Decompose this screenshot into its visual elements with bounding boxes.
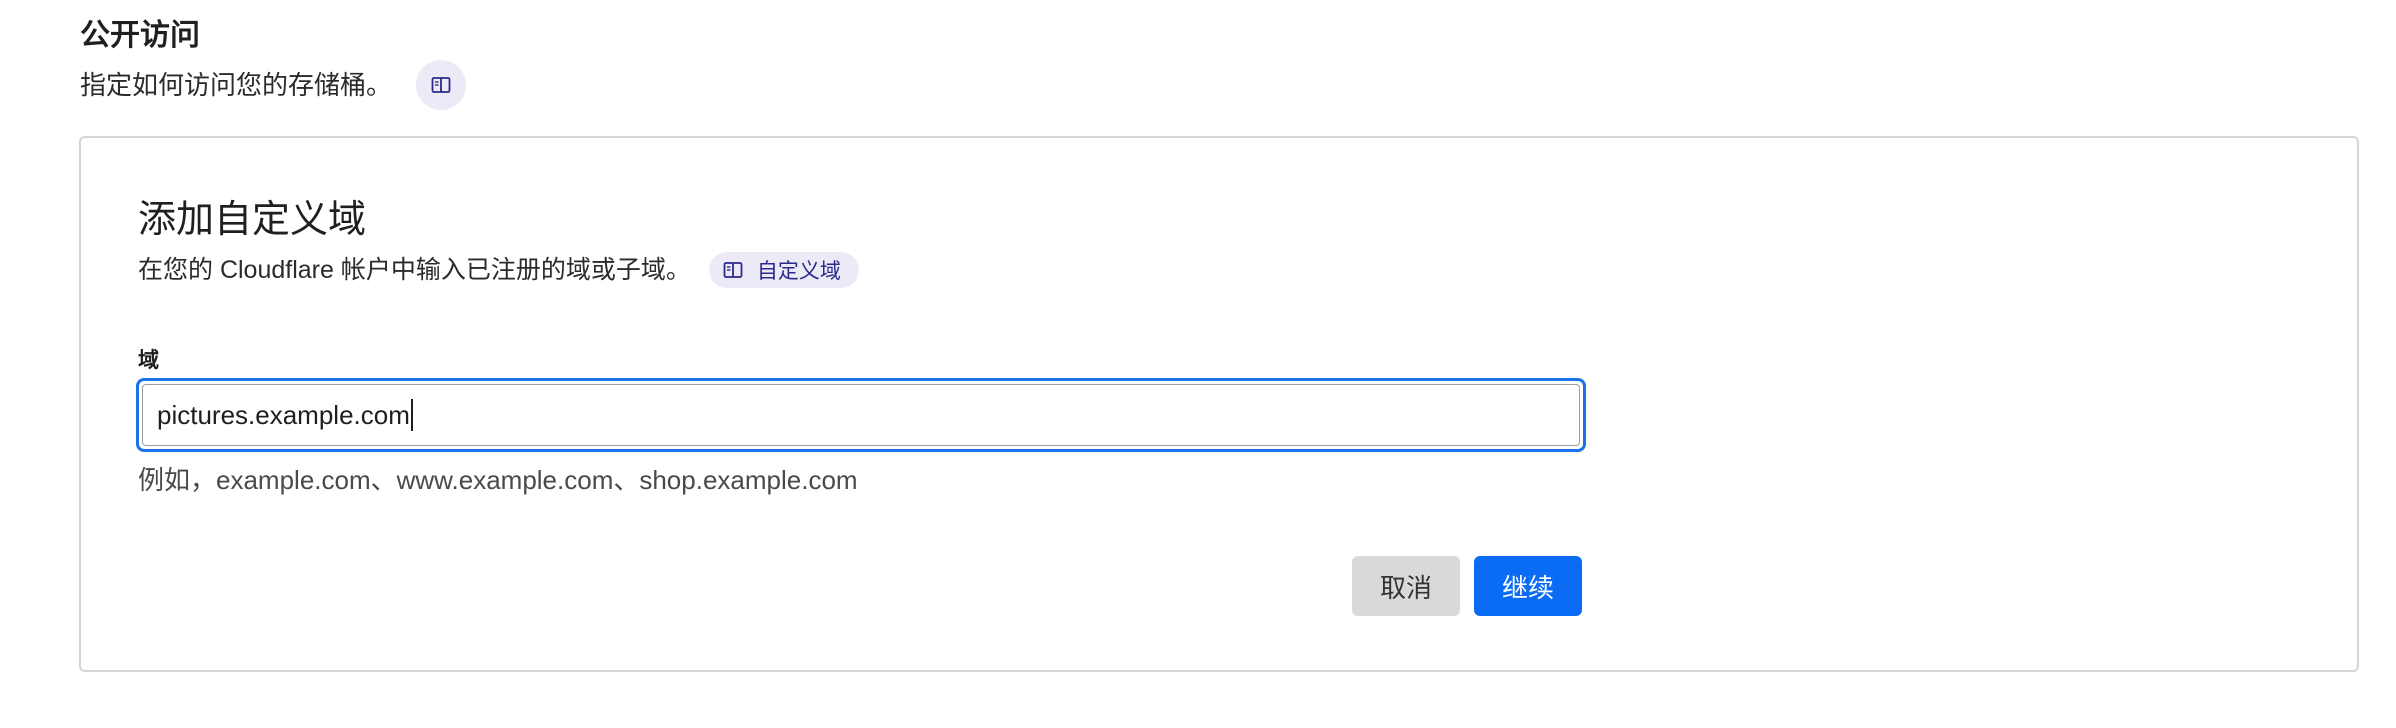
- card-description-row: 在您的 Cloudflare 帐户中输入已注册的域或子域。 自定义域: [138, 248, 859, 292]
- public-access-section: 公开访问 指定如何访问您的存储桶。 添加自定义域 在您的 Cloudflare …: [0, 0, 2396, 728]
- book-icon: [723, 262, 743, 278]
- domain-input[interactable]: pictures.example.com: [136, 378, 1586, 452]
- docs-link-button[interactable]: [416, 60, 467, 110]
- card-description: 在您的 Cloudflare 帐户中输入已注册的域或子域。: [138, 256, 691, 284]
- section-description: 指定如何访问您的存储桶。: [80, 70, 393, 100]
- card-title: 添加自定义域: [138, 199, 367, 241]
- continue-button[interactable]: 继续: [1474, 556, 1582, 616]
- domain-field-label: 域: [138, 349, 159, 372]
- domain-input-box[interactable]: pictures.example.com: [142, 384, 1580, 446]
- custom-domain-docs-link[interactable]: 自定义域: [708, 252, 859, 288]
- book-icon: [431, 77, 451, 93]
- docs-link-label: 自定义域: [756, 260, 841, 283]
- section-description-row: 指定如何访问您的存储桶。: [80, 60, 467, 110]
- domain-input-value[interactable]: pictures.example.com: [157, 400, 410, 431]
- domain-field-hint: 例如，example.com、www.example.com、shop.exam…: [138, 465, 858, 495]
- cancel-button[interactable]: 取消: [1352, 556, 1460, 616]
- text-caret: [410, 399, 413, 431]
- section-title: 公开访问: [80, 19, 200, 52]
- custom-domain-card: 添加自定义域 在您的 Cloudflare 帐户中输入已注册的域或子域。 自定义…: [79, 136, 2359, 672]
